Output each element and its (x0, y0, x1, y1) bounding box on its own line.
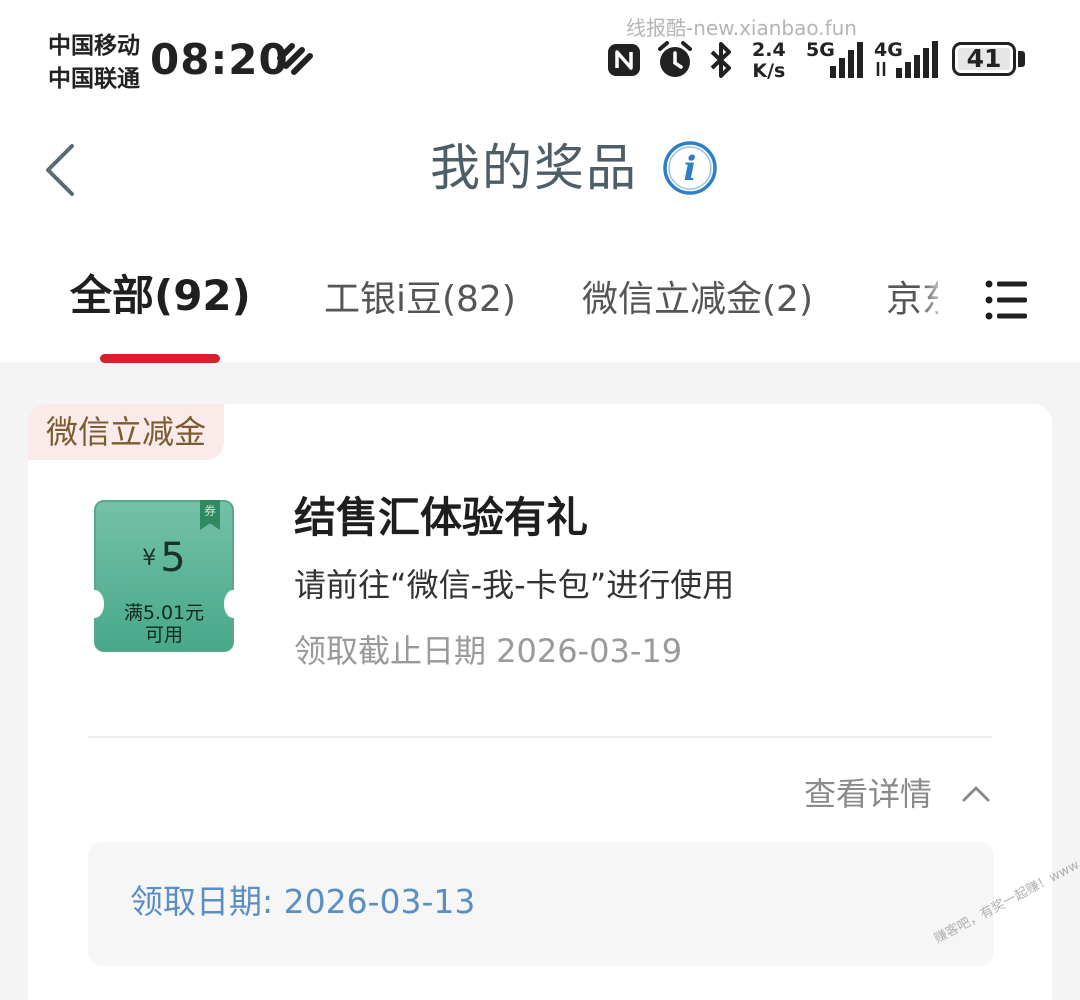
network-speed: 2.4 K/s (752, 40, 786, 82)
network-speed-unit: K/s (752, 60, 786, 82)
watermark-top: 线报酷-new.xianbao.fun (626, 16, 857, 40)
menu-icon[interactable] (984, 278, 1030, 322)
carrier-2: 中国联通 (48, 66, 140, 92)
status-time: 08:20 (150, 35, 289, 84)
card-category-tag: 微信立减金 (28, 404, 225, 460)
signal-4g-icon: 4G (874, 39, 938, 78)
nfc-icon (608, 44, 640, 76)
network-speed-value: 2.4 (752, 39, 786, 61)
signal-5g-label: 5G (806, 39, 835, 61)
battery-cap (1018, 51, 1025, 67)
coupon-condition-line2: 可用 (144, 624, 183, 646)
card-divider (88, 736, 992, 738)
coupon-badge: 券 (200, 500, 220, 530)
carrier-names: 中国移动 中国联通 (48, 30, 140, 96)
back-button[interactable] (40, 140, 84, 200)
bluetooth-icon (710, 42, 731, 78)
alarm-icon (658, 41, 692, 77)
tab-all[interactable]: 全部(92) (70, 272, 251, 320)
tab-icbc-beans[interactable]: 工银i豆(82) (324, 276, 516, 324)
tab-wechat-cashback[interactable]: 微信立减金(2) (582, 276, 813, 324)
chevron-up-icon[interactable] (960, 780, 992, 808)
active-tab-indicator (100, 354, 220, 363)
info-icon[interactable]: i (662, 140, 718, 196)
signal-4g-label: 4G (874, 39, 903, 61)
prize-description: 请前往“微信-我-卡包”进行使用 (294, 566, 735, 604)
coupon-condition: 满5.01元 可用 (96, 602, 232, 646)
battery-percent: 41 (966, 44, 1002, 73)
tab-fade (920, 268, 950, 332)
carrier-1: 中国移动 (48, 33, 140, 59)
coupon-amount: ¥5 (96, 530, 232, 594)
prize-deadline: 领取截止日期 2026-03-19 (294, 632, 683, 670)
heart-rate-icon (277, 43, 313, 75)
coupon-condition-line1: 满5.01元 (123, 602, 205, 624)
coupon-value: 5 (160, 535, 186, 581)
received-date: 领取日期: 2026-03-13 (130, 882, 476, 921)
signal-5g-icon: 5G (806, 39, 863, 78)
info-glyph: i (684, 149, 697, 189)
page-title: 我的奖品 (430, 139, 638, 197)
coupon-image: 券 ¥5 满5.01元 可用 (86, 500, 242, 652)
coupon-currency: ¥ (142, 546, 157, 571)
prize-title: 结售汇体验有礼 (294, 493, 589, 542)
view-details-button[interactable]: 查看详情 (804, 768, 932, 820)
battery-icon: 41 (952, 42, 1016, 76)
